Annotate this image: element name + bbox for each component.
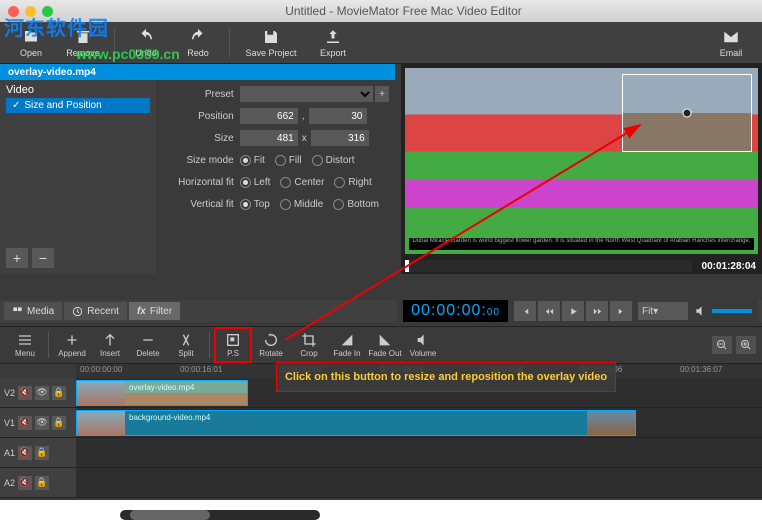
filter-filename: overlay-video.mp4 xyxy=(0,64,395,80)
add-filter-button[interactable]: + xyxy=(6,248,28,268)
append-button[interactable]: Append xyxy=(53,327,91,363)
vfit-middle-radio[interactable] xyxy=(280,199,291,210)
lock-icon[interactable]: 🔒 xyxy=(35,446,49,460)
hfit-label: Horizontal fit xyxy=(162,177,234,188)
export-button[interactable]: Export xyxy=(308,24,358,62)
mute-icon[interactable]: 🔇 xyxy=(18,446,32,460)
preset-save-button[interactable]: + xyxy=(375,86,389,102)
minimize-window-button[interactable] xyxy=(25,6,36,17)
preview-pane[interactable]: Dubai Miracle Garden is world biggest fl… xyxy=(401,64,762,274)
crop-button[interactable]: Crop xyxy=(290,327,328,363)
zoom-window-button[interactable] xyxy=(42,6,53,17)
annotation-callout: Click on this button to resize and repos… xyxy=(276,362,616,392)
forward-button[interactable] xyxy=(586,301,608,321)
tab-filter[interactable]: fxFilter xyxy=(129,302,180,320)
skip-end-button[interactable] xyxy=(610,301,632,321)
titlebar: Untitled - MovieMator Free Mac Video Edi… xyxy=(0,0,762,22)
panel-tabs: Media Recent fxFilter 00:00:00:00 Fit ▾ xyxy=(0,300,762,322)
track-a1[interactable]: A1🔇🔒 xyxy=(0,438,762,468)
clip-overlay-video[interactable]: overlay-video.mp4 xyxy=(76,380,248,406)
tab-recent[interactable]: Recent xyxy=(64,302,127,320)
preset-label: Preset xyxy=(162,89,234,100)
lock-icon[interactable]: 🔒 xyxy=(52,386,66,400)
redo-button[interactable]: Redo xyxy=(173,24,223,62)
size-h-input[interactable] xyxy=(311,130,369,146)
hide-icon[interactable]: 👁 xyxy=(35,386,49,400)
mute-icon[interactable]: 🔇 xyxy=(18,476,32,490)
preview-caption: Dubai Miracle Garden is world biggest fl… xyxy=(409,238,754,250)
vfit-bottom-radio[interactable] xyxy=(333,199,344,210)
position-size-button[interactable]: P.S xyxy=(214,327,252,363)
overlay-center-handle[interactable] xyxy=(683,109,692,118)
size-w-input[interactable] xyxy=(240,130,298,146)
clip-background-video[interactable]: background-video.mp4 xyxy=(76,410,636,436)
undo-button[interactable]: Undo xyxy=(121,24,171,62)
overlay-rect[interactable] xyxy=(622,74,752,152)
email-button[interactable]: Email xyxy=(706,24,756,62)
delete-button[interactable]: Delete xyxy=(129,327,167,363)
position-x-input[interactable] xyxy=(240,108,298,124)
sizemode-fit-radio[interactable] xyxy=(240,155,251,166)
filter-item-size-position[interactable]: ✓Size and Position xyxy=(6,98,150,113)
timeline-toolbar: Menu Append Insert Delete Split P.S Rota… xyxy=(0,326,762,364)
filter-list: Video ✓Size and Position xyxy=(0,80,156,274)
vfit-label: Vertical fit xyxy=(162,199,234,210)
open-button[interactable]: Open xyxy=(6,24,56,62)
tab-media[interactable]: Media xyxy=(4,302,62,320)
preview-duration: 00:01:28:04 xyxy=(702,261,756,272)
main-toolbar: Open Remove Undo Redo Save Project Expor… xyxy=(0,22,762,64)
preview-seekbar[interactable] xyxy=(405,260,692,272)
timecode-display[interactable]: 00:00:00:00 xyxy=(403,300,508,322)
lock-icon[interactable]: 🔒 xyxy=(35,476,49,490)
remove-filter-button[interactable]: − xyxy=(32,248,54,268)
play-button[interactable] xyxy=(562,301,584,321)
filter-heading: Video xyxy=(6,84,150,96)
zoom-fit-select[interactable]: Fit ▾ xyxy=(638,302,688,320)
hfit-center-radio[interactable] xyxy=(280,177,291,188)
save-project-button[interactable]: Save Project xyxy=(236,24,306,62)
skip-start-button[interactable] xyxy=(514,301,536,321)
vfit-top-radio[interactable] xyxy=(240,199,251,210)
track-v1[interactable]: V1🔇👁🔒 background-video.mp4 xyxy=(0,408,762,438)
lock-icon[interactable]: 🔒 xyxy=(52,416,66,430)
position-y-input[interactable] xyxy=(309,108,367,124)
filter-hscroll[interactable] xyxy=(120,510,320,520)
hfit-right-radio[interactable] xyxy=(334,177,345,188)
volume-icon[interactable] xyxy=(694,304,708,318)
close-window-button[interactable] xyxy=(8,6,19,17)
zoom-out-button[interactable] xyxy=(712,336,732,354)
hfit-left-radio[interactable] xyxy=(240,177,251,188)
volume-button[interactable]: Volume xyxy=(404,327,442,363)
rotate-button[interactable]: Rotate xyxy=(252,327,290,363)
window-title: Untitled - MovieMator Free Mac Video Edi… xyxy=(53,4,754,18)
sizemode-fill-radio[interactable] xyxy=(275,155,286,166)
sizemode-distort-radio[interactable] xyxy=(312,155,323,166)
timeline-menu-button[interactable]: Menu xyxy=(6,327,44,363)
mute-icon[interactable]: 🔇 xyxy=(18,386,32,400)
split-button[interactable]: Split xyxy=(167,327,205,363)
mute-icon[interactable]: 🔇 xyxy=(18,416,32,430)
preview-video[interactable]: Dubai Miracle Garden is world biggest fl… xyxy=(405,68,758,254)
size-label: Size xyxy=(162,133,234,144)
filter-controls: Preset+ Position, Sizex Size mode Fit Fi… xyxy=(156,80,395,274)
position-label: Position xyxy=(162,111,234,122)
rewind-button[interactable] xyxy=(538,301,560,321)
sizemode-label: Size mode xyxy=(162,155,234,166)
track-a2[interactable]: A2🔇🔒 xyxy=(0,468,762,498)
insert-button[interactable]: Insert xyxy=(91,327,129,363)
remove-button[interactable]: Remove xyxy=(58,24,108,62)
filter-panel: overlay-video.mp4 Video ✓Size and Positi… xyxy=(0,64,395,274)
preset-select[interactable] xyxy=(240,86,373,102)
timeline-tracks: V2🔇👁🔒 overlay-video.mp4 V1🔇👁🔒 background… xyxy=(0,378,762,498)
fadein-button[interactable]: Fade In xyxy=(328,327,366,363)
volume-slider[interactable] xyxy=(712,309,752,313)
zoom-in-button[interactable] xyxy=(736,336,756,354)
hide-icon[interactable]: 👁 xyxy=(35,416,49,430)
fadeout-button[interactable]: Fade Out xyxy=(366,327,404,363)
